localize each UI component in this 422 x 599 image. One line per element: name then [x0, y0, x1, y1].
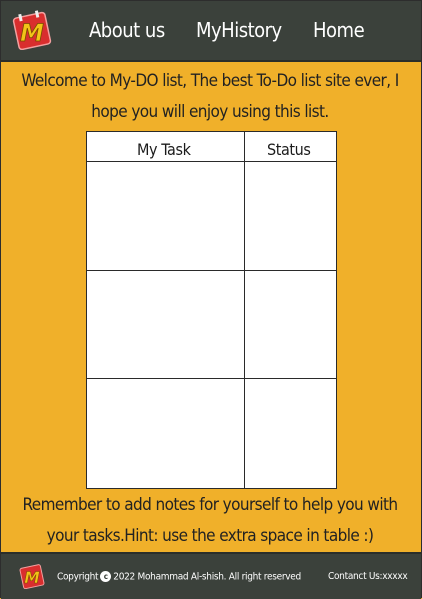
- nav-about-us-link[interactable]: About us: [89, 18, 165, 42]
- status-cell[interactable]: [249, 383, 333, 483]
- column-header-status: Status: [267, 140, 311, 159]
- status-cell[interactable]: [249, 275, 333, 375]
- status-cell[interactable]: [249, 166, 333, 266]
- task-cell[interactable]: [91, 275, 241, 375]
- row-divider: [87, 378, 336, 379]
- reminder-line-1: Remember to add notes for yourself to he…: [22, 495, 399, 515]
- row-divider: [87, 270, 336, 271]
- task-cell[interactable]: [91, 383, 241, 483]
- welcome-text: Welcome to My-DO list, The best To-Do li…: [20, 66, 400, 128]
- welcome-line-1: Welcome to My-DO list, The best To-Do li…: [21, 71, 399, 91]
- column-divider: [244, 132, 245, 488]
- nav-home-link[interactable]: Home: [313, 18, 365, 42]
- footer-bar: M Copyright c 2022 Mohammad Al-shish. All …: [1, 552, 421, 599]
- copyright-body: 2022 Mohammad Al-shish. All right reserv…: [113, 571, 301, 583]
- m-logo-icon[interactable]: M: [12, 10, 52, 50]
- reminder-text: Remember to add notes for yourself to he…: [20, 490, 400, 552]
- reminder-line-2: your tasks.Hint: use the extra space in …: [46, 526, 374, 546]
- logo-letter: M: [20, 19, 44, 47]
- header-divider: [87, 161, 336, 162]
- footer-logo-letter: M: [24, 569, 40, 587]
- welcome-line-2: hope you will enjoy using this list.: [91, 102, 329, 122]
- top-navbar: M About us MyHistory Home: [1, 1, 421, 62]
- contact-us-link[interactable]: Contanct Us:xxxxx: [328, 571, 408, 582]
- copyright-text: Copyright c 2022 Mohammad Al-shish. All ri…: [57, 571, 301, 583]
- todo-table: My Task Status: [86, 131, 337, 489]
- copyright-icon: c: [100, 571, 112, 582]
- m-logo-icon[interactable]: M: [19, 563, 45, 589]
- nav-myhistory-link[interactable]: MyHistory: [196, 18, 282, 42]
- copyright-prefix: Copyright: [57, 571, 99, 583]
- column-header-my-task: My Task: [137, 140, 191, 159]
- task-cell[interactable]: [91, 166, 241, 266]
